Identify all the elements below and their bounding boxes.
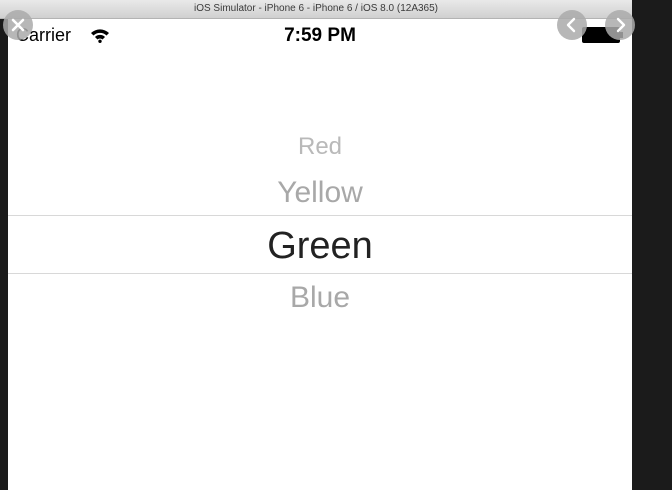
chevron-right-icon xyxy=(616,17,626,33)
chevron-left-icon xyxy=(566,17,576,33)
selection-indicator-top xyxy=(8,215,632,216)
close-icon xyxy=(11,18,25,32)
selection-indicator-bottom xyxy=(8,273,632,274)
close-button[interactable] xyxy=(3,10,33,40)
simulator-title-bar: iOS Simulator - iPhone 6 - iPhone 6 / iO… xyxy=(0,0,632,19)
color-picker[interactable]: Red Yellow Green Blue xyxy=(8,119,632,329)
picker-row-green-selected[interactable]: Green xyxy=(8,224,632,268)
previous-button[interactable] xyxy=(557,10,587,40)
picker-row-blue[interactable]: Blue xyxy=(8,281,632,315)
clock-label: 7:59 PM xyxy=(284,25,356,46)
picker-row-yellow[interactable]: Yellow xyxy=(8,175,632,211)
status-bar: Carrier 7:59 PM xyxy=(8,19,632,53)
picker-row-red[interactable]: Red xyxy=(8,132,632,162)
device-screen: Carrier 7:59 PM Red Yellow Green Blue xyxy=(8,19,632,490)
window-title: iOS Simulator - iPhone 6 - iPhone 6 / iO… xyxy=(193,3,438,14)
next-button[interactable] xyxy=(605,10,635,40)
